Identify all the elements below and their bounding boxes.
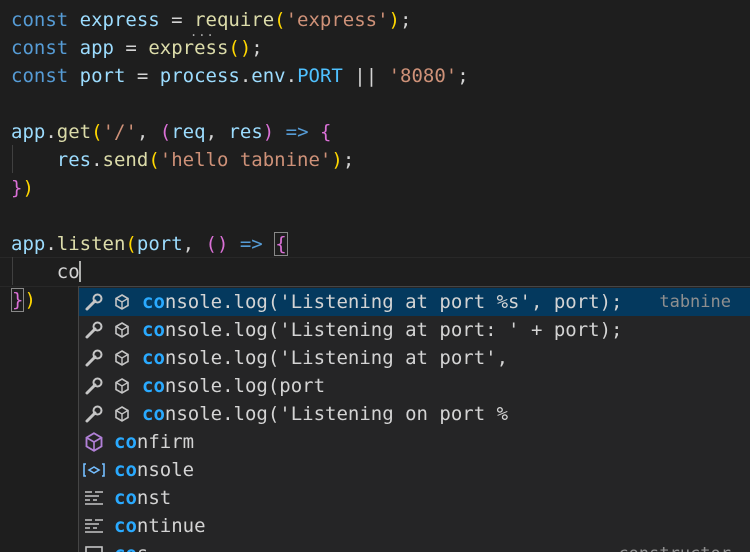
cube-outline-icon — [111, 288, 133, 316]
wrench-icon — [83, 400, 105, 428]
cube-outline-icon — [111, 316, 133, 344]
code-line-7: }) — [11, 177, 34, 199]
code-line-2: const app = express(); — [11, 37, 263, 59]
suggestion-item[interactable]: console.log('Listening at port %s', port… — [79, 288, 750, 316]
suggestion-label: cos — [114, 540, 148, 552]
code-line-6: res.send('hello tabnine'); — [56, 149, 355, 171]
suggestion-source: tabnine — [659, 292, 731, 312]
suggestion-label: console.log('Listening at port: ' + port… — [142, 319, 623, 341]
variable-icon — [83, 456, 105, 484]
text-cursor — [79, 261, 81, 282]
wrench-icon — [83, 344, 105, 372]
code-line-9: app.listen(port, () => { — [11, 232, 288, 256]
keyword-icon — [83, 512, 105, 540]
autocomplete-suggestion-list[interactable]: console.log('Listening at port %s', port… — [78, 286, 750, 552]
suggestion-label: console.log('Listening on port % — [142, 403, 509, 425]
wrench-icon — [83, 372, 105, 400]
suggestion-label: continue — [114, 515, 206, 537]
suggestion-item[interactable]: console.log('Listening on port % — [79, 400, 750, 428]
suggestion-label: console — [114, 459, 195, 481]
cube-outline-icon — [111, 400, 133, 428]
suggestion-label: const — [114, 487, 172, 509]
suggestion-item[interactable]: console.log(port — [79, 372, 750, 400]
suggestion-item[interactable]: console.log('Listening at port: ' + port… — [79, 316, 750, 344]
suggestion-detail: constructor — [618, 540, 731, 552]
current-line-highlight — [0, 257, 750, 287]
suggestion-item[interactable]: console — [79, 456, 750, 484]
suggestion-item[interactable]: const — [79, 484, 750, 512]
wrench-icon — [83, 288, 105, 316]
suggestion-label: console.log('Listening at port', — [142, 347, 509, 369]
suggestion-item[interactable]: cos constructor — [79, 540, 750, 552]
suggestion-item[interactable]: console.log('Listening at port', — [79, 344, 750, 372]
suggestion-item[interactable]: continue — [79, 512, 750, 540]
suggestion-item[interactable]: confirm — [79, 428, 750, 456]
suggestion-label: console.log(port — [142, 375, 326, 397]
code-line-3: const port = process.env.PORT || '8080'; — [11, 65, 469, 87]
snippet-icon — [83, 540, 105, 552]
method-cube-icon — [83, 428, 105, 456]
code-line-5: app.get('/', (req, res) => { — [11, 121, 332, 143]
suggestion-label: console.log('Listening at port %s', port… — [142, 291, 623, 313]
cube-outline-icon — [111, 344, 133, 372]
code-line-10: co — [56, 261, 80, 283]
wrench-icon — [83, 316, 105, 344]
suggestion-label: confirm — [114, 431, 195, 453]
keyword-icon — [83, 484, 105, 512]
code-line-11: }) — [11, 288, 36, 312]
cube-outline-icon — [111, 372, 133, 400]
